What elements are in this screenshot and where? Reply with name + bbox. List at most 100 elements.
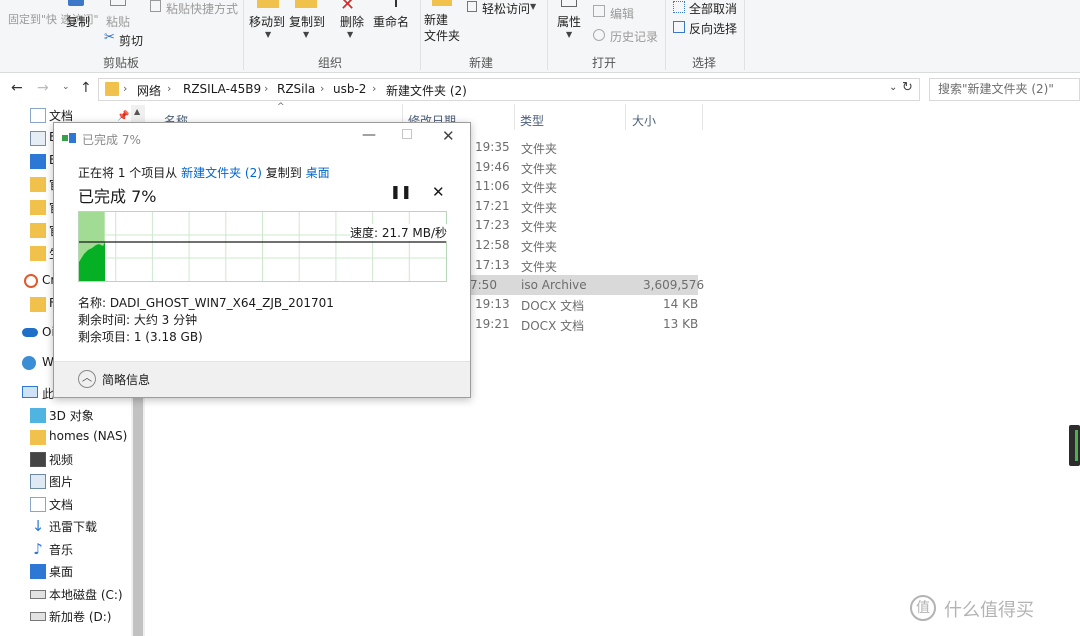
column-divider[interactable] [625,104,626,130]
rename-icon [395,0,397,7]
nav-item-drive-c[interactable]: 本地磁盘 (C:) [0,584,130,606]
wps-icon [22,356,36,370]
progress-percent: 已完成 7% [78,187,157,206]
delete-button[interactable]: 删除 [340,13,364,30]
breadcrumb-current[interactable]: 新建文件夹 (2) [386,82,467,99]
select-none-button[interactable]: 全部取消 [689,0,737,17]
file-modified: 19:46 [475,160,510,174]
file-modified: 19:35 [475,140,510,154]
watermark-logo: 值 [910,595,936,621]
file-type: 文件夹 [521,240,558,254]
file-modified: 17:23 [475,218,510,232]
breadcrumb-share[interactable]: RZSila [277,82,315,96]
less-details-label[interactable]: 简略信息 [102,371,150,388]
file-type: 文件夹 [521,162,558,176]
destination-link[interactable]: 桌面 [306,166,330,180]
music-icon: ♪ [33,540,43,558]
nav-scrollbar-thumb[interactable] [133,395,143,636]
nav-item-label: 桌面 [49,565,74,579]
easy-access-button[interactable]: 轻松访问 [482,0,530,17]
forward-arrow-icon[interactable]: → [37,80,49,96]
folder-icon [30,430,46,445]
computer-icon [22,386,38,398]
copy-button[interactable]: 复制 [66,13,90,30]
column-divider[interactable] [702,104,703,130]
search-input[interactable]: 搜索"新建文件夹 (2)" [929,78,1080,101]
history-button[interactable]: 历史记录 [610,28,658,45]
clipboard-group-label: 剪贴板 [103,56,140,70]
desktop-icon [30,154,46,169]
breadcrumb-separator: › [264,82,269,95]
scissors-icon: ✂ [104,30,115,45]
address-dropdown-icon[interactable]: ⌄ [889,82,897,93]
copy-description-prefix: 正在将 1 个项目从 [78,166,178,180]
cut-button[interactable]: 剪切 [119,32,143,49]
picture-icon [30,131,46,146]
edit-icon [593,5,605,17]
organize-group-label: 组织 [318,56,343,70]
file-name-line: 名称: DADI_GHOST_WIN7_X64_ZJB_201701 [78,296,334,310]
column-header-size[interactable]: 大小 [632,112,656,129]
nav-item-desktop[interactable]: 桌面 [0,561,130,583]
breadcrumb-usb[interactable]: usb-2 [333,82,366,96]
file-modified: 19:13 [475,297,510,311]
nav-item-label: 迅雷下载 [49,520,98,534]
back-arrow-icon[interactable]: ← [11,80,23,96]
creative-cloud-icon [24,274,38,288]
rename-button[interactable]: 重命名 [373,13,409,30]
breadcrumb-network[interactable]: 网络 [137,82,161,99]
nav-item-drive-d[interactable]: 新加卷 (D:) [0,606,130,628]
recent-locations-icon[interactable]: ⌄ [62,82,70,92]
collapse-details-button[interactable]: ︿ [78,370,96,388]
drive-icon [30,612,46,621]
properties-icon [561,0,577,7]
breadcrumb-host[interactable]: RZSILA-45B9 [183,82,261,96]
move-to-button[interactable]: 移动到 [249,13,285,30]
file-type: 文件夹 [521,201,558,215]
speed-label: 速度: 21.7 MB/秒 [350,224,448,241]
close-button[interactable]: ✕ [442,127,455,145]
select-none-icon [673,1,685,13]
nav-item-pictures[interactable]: 图片 [0,471,130,493]
properties-button[interactable]: 属性 [557,13,581,30]
up-arrow-icon[interactable]: ↑ [80,80,92,96]
breadcrumb-separator: › [167,82,172,95]
nav-item-label: 视频 [49,453,74,467]
paste-button[interactable]: 粘贴 [106,13,130,30]
invert-selection-button[interactable]: 反向选择 [689,20,737,37]
new-folder-button[interactable]: 新建 文件夹 [424,12,460,44]
nav-item-homes-nas[interactable]: homes (NAS) [0,427,130,449]
nav-item-3d-objects[interactable]: 3D 对象 [0,405,130,427]
ribbon: 固定到"快 速访问" 复制 粘贴 粘贴快捷方式 ✂ 剪切 剪贴板 移动到 复制到… [0,0,1080,73]
file-modified: 11:06 [475,179,510,193]
scroll-up-icon[interactable]: ▲ [134,107,140,116]
cancel-button[interactable]: ✕ [432,183,445,201]
file-type: 文件夹 [521,220,558,234]
copy-to-button[interactable]: 复制到 [289,13,325,30]
source-folder-link[interactable]: 新建文件夹 (2) [181,166,262,180]
open-group-label: 打开 [592,56,617,70]
nav-item-documents[interactable]: 文档 [0,494,130,516]
nav-item-videos[interactable]: 视频 [0,449,130,471]
pause-button[interactable]: ❚❚ [390,185,412,200]
address-bar[interactable]: › 网络 › RZSILA-45B9 › RZSila › usb-2 › 新建… [98,78,920,101]
file-size: 14 KB [663,297,699,311]
desktop-icon [30,564,46,579]
nav-item-music[interactable]: ♪ 音乐 [0,539,130,561]
download-icon: ↓ [31,517,45,535]
paste-shortcut-button[interactable]: 粘贴快捷方式 [166,0,238,17]
document-icon [30,108,46,123]
watermark-text: 什么值得买 [944,600,1034,621]
minimize-button[interactable]: — [362,127,376,143]
nav-item-downloads[interactable]: ↓ 迅雷下载 [0,516,130,538]
edit-button[interactable]: 编辑 [610,5,634,22]
ribbon-divider [744,0,745,70]
column-divider[interactable] [514,104,515,130]
refresh-icon[interactable]: ↻ [902,80,913,95]
nav-item-label: homes (NAS) [49,429,128,443]
column-header-type[interactable]: 类型 [520,112,544,129]
picture-icon [30,474,46,489]
maximize-button[interactable] [402,129,412,139]
invert-selection-icon [673,21,685,33]
folder-icon [30,223,46,238]
